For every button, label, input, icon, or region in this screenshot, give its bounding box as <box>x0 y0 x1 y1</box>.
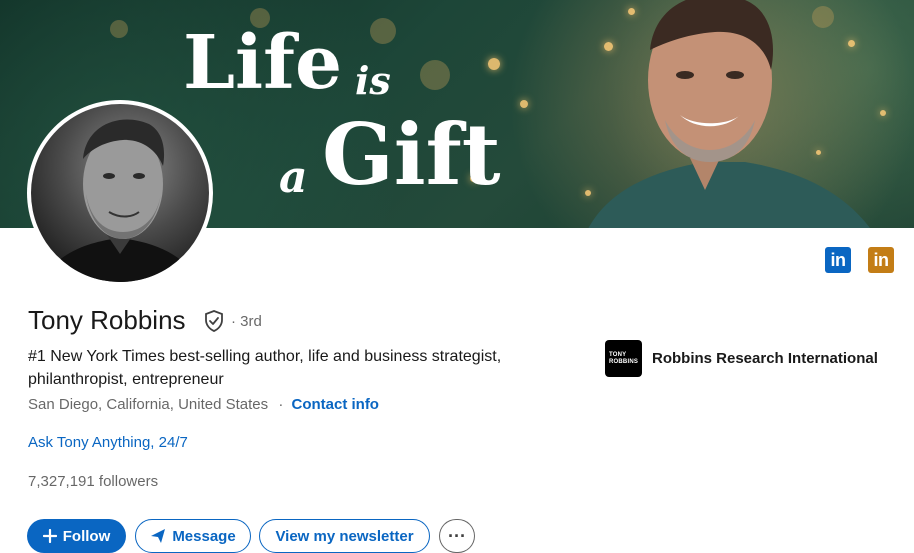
verified-shield-icon[interactable] <box>202 309 226 333</box>
bokeh-light <box>880 110 886 116</box>
bokeh-light <box>488 58 500 70</box>
more-button[interactable]: ··· <box>439 519 475 553</box>
profile-name: Tony Robbins <box>28 305 186 335</box>
bokeh-light <box>520 100 528 108</box>
bokeh-light <box>110 20 128 38</box>
bokeh-light <box>370 18 396 44</box>
profile-location: San Diego, California, United States <box>28 396 269 413</box>
current-company[interactable]: TONY ROBBINS Robbins Research Internatio… <box>605 340 878 377</box>
send-icon <box>150 528 166 544</box>
separator: · <box>278 396 284 413</box>
banner-title-gift: Gift <box>322 105 501 204</box>
profile-headline: #1 New York Times best-selling author, l… <box>28 348 502 388</box>
follow-button[interactable]: Follow <box>27 519 126 553</box>
linkedin-badge-label: in <box>830 250 847 270</box>
linkedin-premium-icon[interactable]: in <box>868 247 894 273</box>
message-button[interactable]: Message <box>135 519 251 553</box>
linkedin-icon[interactable]: in <box>825 247 851 273</box>
view-newsletter-button[interactable]: View my newsletter <box>259 519 430 553</box>
plus-icon <box>42 529 57 543</box>
avatar-portrait <box>41 119 199 282</box>
more-icon: ··· <box>448 525 466 546</box>
company-logo-text: TONY <box>609 351 627 358</box>
location-row: San Diego, California, United States · C… <box>28 396 379 413</box>
bokeh-light <box>420 60 450 90</box>
linkedin-badge-label: in <box>873 250 890 270</box>
follow-label: Follow <box>62 527 111 545</box>
message-label: Message <box>172 527 236 545</box>
company-logo-text: ROBBINS <box>609 358 639 365</box>
banner-title-is: is <box>355 58 391 103</box>
newsletter-label: View my newsletter <box>275 527 414 545</box>
company-name: Robbins Research International <box>652 350 878 367</box>
connection-degree: · 3rd <box>231 313 262 330</box>
website-link[interactable]: Ask Tony Anything, 24/7 <box>28 434 188 451</box>
company-logo: TONY ROBBINS <box>605 340 642 377</box>
contact-info-link[interactable]: Contact info <box>291 396 379 413</box>
banner-title-life: Life <box>183 20 343 106</box>
banner-portrait <box>588 0 870 228</box>
banner-title-a: a <box>279 152 308 203</box>
profile-photo[interactable] <box>27 100 213 286</box>
followers-count: 7,327,191 followers <box>28 473 159 490</box>
avatar <box>31 104 209 282</box>
